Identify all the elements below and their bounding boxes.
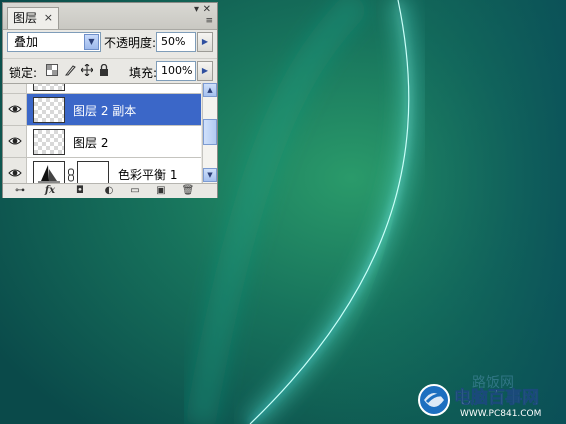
site-watermark: 路饭网 电脑百事网 WWW.PC841.COM — [412, 372, 562, 420]
layers-panel: 图层 × ▾ ✕ ≡ 叠加 ▼ 不透明度: 50% ▶ 锁定: 填充: 100%… — [2, 2, 218, 198]
watermark-site-name: 电脑百事网 — [454, 387, 539, 408]
lock-all-icon[interactable] — [98, 64, 110, 76]
layers-list: 图层 2 副本 图层 2 色彩平衡 1 — [3, 83, 201, 184]
layer-mask-thumbnail[interactable] — [77, 161, 109, 184]
layer-row-layer2[interactable]: 图层 2 — [3, 126, 201, 158]
layer-name[interactable]: 色彩平衡 1 — [118, 166, 177, 183]
eye-cell[interactable] — [3, 94, 27, 125]
eye-icon[interactable] — [8, 168, 22, 178]
chain-link-icon[interactable] — [67, 168, 75, 182]
fill-input[interactable]: 100% — [156, 61, 196, 81]
mask-icon[interactable]: ◘ — [73, 185, 87, 197]
adjustment-icon[interactable]: ◐ — [102, 185, 116, 197]
eye-cell[interactable] — [3, 84, 27, 93]
panel-close-icon[interactable]: ✕ — [203, 5, 211, 15]
opacity-slider-button[interactable]: ▶ — [197, 32, 213, 52]
layers-scrollbar[interactable]: ▲ ▼ — [202, 83, 217, 183]
eye-icon[interactable] — [8, 104, 22, 114]
scroll-thumb[interactable] — [203, 119, 217, 145]
opacity-input[interactable]: 50% — [156, 32, 196, 52]
eye-cell[interactable] — [3, 158, 27, 184]
layer-name[interactable]: 图层 2 副本 — [73, 102, 136, 119]
new-layer-icon[interactable]: ▣ — [154, 185, 168, 197]
scroll-down-button[interactable]: ▼ — [203, 168, 217, 182]
fill-slider-button[interactable]: ▶ — [197, 61, 213, 81]
blend-mode-value: 叠加 — [14, 35, 39, 49]
layer-thumbnail — [33, 84, 65, 91]
layer-name[interactable]: 图层 2 — [73, 134, 108, 151]
group-icon[interactable]: ▭ — [128, 185, 142, 197]
lock-pixels-icon[interactable] — [64, 64, 76, 76]
lock-fill-row: 锁定: 填充: 100% ▶ — [3, 58, 217, 83]
layer-thumbnail — [33, 97, 65, 123]
link-icon[interactable]: ⊶ — [13, 185, 27, 197]
watermark-url: WWW.PC841.COM — [460, 409, 541, 419]
panel-tab-strip: 图层 × ▾ ✕ ≡ — [3, 3, 217, 30]
eye-cell[interactable] — [3, 126, 27, 157]
blend-mode-select[interactable]: 叠加 ▼ — [7, 32, 101, 52]
eye-icon[interactable] — [8, 136, 22, 146]
tab-close-button[interactable]: × — [44, 8, 53, 28]
layers-bottom-toolbar: ⊶ fx ◘ ◐ ▭ ▣ 🗑 — [3, 183, 217, 198]
blend-opacity-row: 叠加 ▼ 不透明度: 50% ▶ — [3, 30, 217, 56]
panel-menu-icon[interactable]: ≡ — [205, 17, 213, 26]
watermark-logo: 路饭网 电脑百事网 WWW.PC841.COM — [418, 375, 541, 419]
tab-layers[interactable]: 图层 × — [7, 7, 59, 29]
layer-thumbnail — [33, 129, 65, 155]
lock-position-icon[interactable] — [81, 64, 93, 76]
panel-collapse-button[interactable]: ▾ — [194, 5, 199, 15]
layer-row-partial[interactable] — [3, 84, 201, 94]
layer-row-layer2-copy[interactable]: 图层 2 副本 — [3, 94, 201, 126]
adjustment-layer-icon — [33, 161, 65, 184]
opacity-label: 不透明度: — [104, 36, 157, 50]
lock-label: 锁定: — [9, 66, 38, 80]
scroll-up-button[interactable]: ▲ — [203, 83, 217, 97]
fx-icon[interactable]: fx — [43, 185, 57, 197]
tab-layers-label: 图层 — [13, 11, 38, 25]
chevron-down-icon[interactable]: ▼ — [84, 34, 99, 50]
lock-transparency-icon[interactable] — [46, 64, 58, 76]
trash-icon[interactable]: 🗑 — [181, 185, 195, 197]
fill-label: 填充: — [129, 66, 158, 80]
layer-row-color-balance[interactable]: 色彩平衡 1 — [3, 158, 201, 184]
